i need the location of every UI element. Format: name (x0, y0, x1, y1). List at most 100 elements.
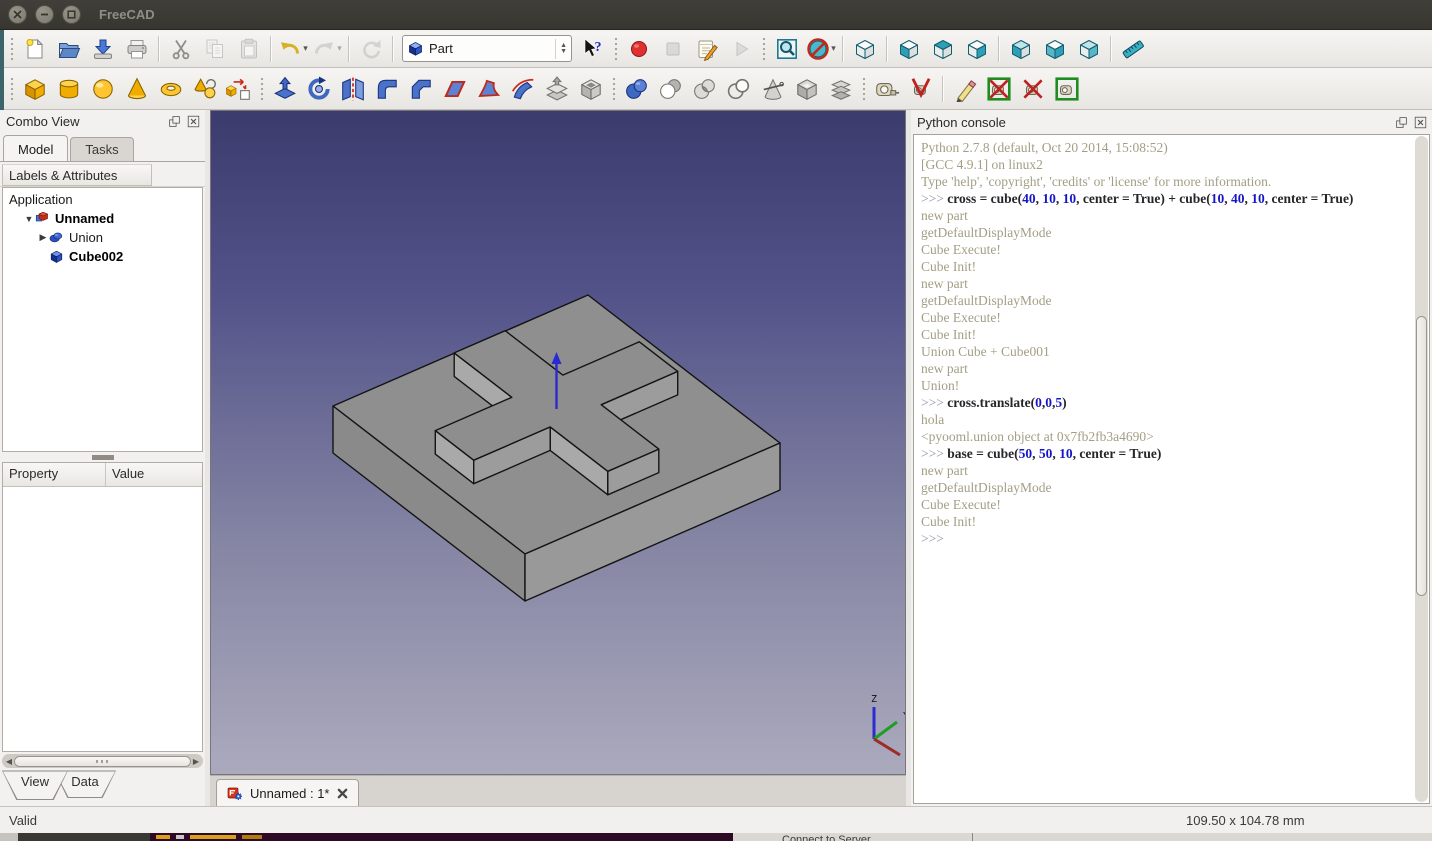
boolean-cut-button[interactable] (655, 73, 687, 105)
shape-builder-button[interactable] (223, 73, 255, 105)
view-axonometric-button[interactable] (849, 33, 881, 65)
measure-toggle-3d-button[interactable] (1017, 73, 1049, 105)
tree-item-unnamed[interactable]: ▼Unnamed (3, 209, 202, 228)
boolean-union-button[interactable] (621, 73, 653, 105)
tab-tasks[interactable]: Tasks (70, 137, 133, 161)
macro-edit-button[interactable] (691, 33, 723, 65)
model-tree[interactable]: Application▼Unnamed▶UnionCube002 (2, 187, 203, 452)
convert-to-solid-button[interactable] (791, 73, 823, 105)
vertical-scrollbar[interactable] (1415, 136, 1428, 802)
scroll-right-icon[interactable]: ▶ (191, 757, 201, 766)
scrollbar-thumb[interactable] (14, 756, 191, 767)
fillet-button[interactable] (371, 73, 403, 105)
toolbar-handle[interactable] (613, 37, 619, 61)
window-close-button[interactable] (8, 5, 27, 24)
property-column-header[interactable]: Property (3, 463, 106, 486)
window-minimize-button[interactable] (35, 5, 54, 24)
scrollbar-thumb[interactable] (1416, 316, 1427, 596)
torus-button[interactable] (155, 73, 187, 105)
boolean-section-button[interactable] (723, 73, 755, 105)
window-titlebar[interactable]: FreeCAD (0, 0, 1432, 30)
dropdown-caret-icon[interactable]: ▾ (303, 43, 308, 54)
console-line: Cube Execute! (921, 496, 1411, 513)
toolbar-handle[interactable] (761, 37, 767, 61)
offset-button[interactable] (541, 73, 573, 105)
document-tab[interactable]: Unnamed : 1* (216, 779, 359, 807)
revolve-button[interactable] (303, 73, 335, 105)
view-left-button[interactable] (1073, 33, 1105, 65)
macro-stop-icon (661, 37, 685, 61)
measure-angular-button[interactable] (905, 73, 937, 105)
thickness-button[interactable] (575, 73, 607, 105)
value-column-header[interactable]: Value (106, 463, 150, 486)
horizontal-scrollbar[interactable]: ◀ ▶ (2, 754, 203, 769)
make-compound-button[interactable] (825, 73, 857, 105)
panel-title: Combo View (6, 114, 163, 129)
float-panel-button[interactable] (167, 114, 182, 129)
toolbar-handle[interactable] (611, 77, 617, 101)
expander-open-icon[interactable]: ▼ (23, 214, 35, 224)
tree-item-union[interactable]: ▶Union (3, 228, 202, 247)
cylinder-button[interactable] (53, 73, 85, 105)
boolean-common-button[interactable] (689, 73, 721, 105)
toolbar-handle[interactable] (259, 77, 265, 101)
open-document-button[interactable] (53, 33, 85, 65)
print-button[interactable] (121, 33, 153, 65)
view-bottom-button[interactable] (1039, 33, 1071, 65)
macro-edit-icon (695, 37, 719, 61)
3d-viewport[interactable]: ZYX (210, 110, 906, 775)
new-document-button[interactable] (19, 33, 51, 65)
view-top-button[interactable] (927, 33, 959, 65)
create-primitives-button[interactable] (189, 73, 221, 105)
view-front-button[interactable] (893, 33, 925, 65)
ruled-surface-button[interactable] (473, 73, 505, 105)
sweep-button[interactable] (507, 73, 539, 105)
make-face-button[interactable] (439, 73, 471, 105)
measure-clear-all-button[interactable] (949, 73, 981, 105)
tab-model[interactable]: Model (3, 135, 68, 161)
tab-view[interactable]: View (2, 770, 68, 800)
view-right-button[interactable] (961, 33, 993, 65)
spinner-arrows-icon[interactable]: ▲▼ (555, 39, 567, 59)
draw-style-button[interactable]: ▾ (805, 33, 837, 65)
tree-item-application[interactable]: Application (3, 190, 202, 209)
box-button[interactable] (19, 73, 51, 105)
panel-splitter[interactable] (0, 452, 205, 462)
measure-angular-icon (908, 76, 934, 102)
toolbar-handle[interactable] (9, 77, 15, 101)
property-table-body[interactable] (3, 487, 202, 751)
chamfer-button[interactable] (405, 73, 437, 105)
close-panel-button[interactable] (1413, 115, 1428, 130)
extrude-button[interactable] (269, 73, 301, 105)
measure-distance-button[interactable] (1117, 33, 1149, 65)
dropdown-caret-icon[interactable]: ▾ (337, 43, 342, 54)
dropdown-caret-icon[interactable]: ▾ (831, 43, 836, 54)
workbench-selector[interactable]: Part▲▼ (402, 35, 572, 62)
save-document-button[interactable] (87, 33, 119, 65)
measure-toggle-all-button[interactable] (983, 73, 1015, 105)
measure-toggle-delta-button[interactable] (1051, 73, 1083, 105)
expander-closed-icon[interactable]: ▶ (37, 232, 49, 243)
macro-record-button[interactable] (623, 33, 655, 65)
tree-column-header[interactable]: Labels & Attributes (2, 164, 152, 186)
scroll-left-icon[interactable]: ◀ (4, 757, 14, 766)
sphere-button[interactable] (87, 73, 119, 105)
window-maximize-button[interactable] (62, 5, 81, 24)
cone-button[interactable] (121, 73, 153, 105)
toolbar-handle[interactable] (861, 77, 867, 101)
python-console-output[interactable]: Python 2.7.8 (default, Oct 20 2014, 15:0… (913, 134, 1430, 804)
view-rear-button[interactable] (1005, 33, 1037, 65)
toolbar-handle[interactable] (9, 37, 15, 61)
cross-sections-button[interactable] (757, 73, 789, 105)
close-tab-icon[interactable] (337, 788, 348, 799)
cut-button[interactable] (165, 33, 197, 65)
close-panel-button[interactable] (186, 114, 201, 129)
zoom-selection-button[interactable] (771, 33, 803, 65)
undo-button[interactable]: ▾ (277, 33, 309, 65)
mirror-button[interactable] (337, 73, 369, 105)
convert-to-solid-icon (794, 76, 820, 102)
tree-item-cube002[interactable]: Cube002 (3, 247, 202, 266)
whats-this-button[interactable]: ? (577, 33, 609, 65)
measure-linear-button[interactable] (871, 73, 903, 105)
float-panel-button[interactable] (1394, 115, 1409, 130)
